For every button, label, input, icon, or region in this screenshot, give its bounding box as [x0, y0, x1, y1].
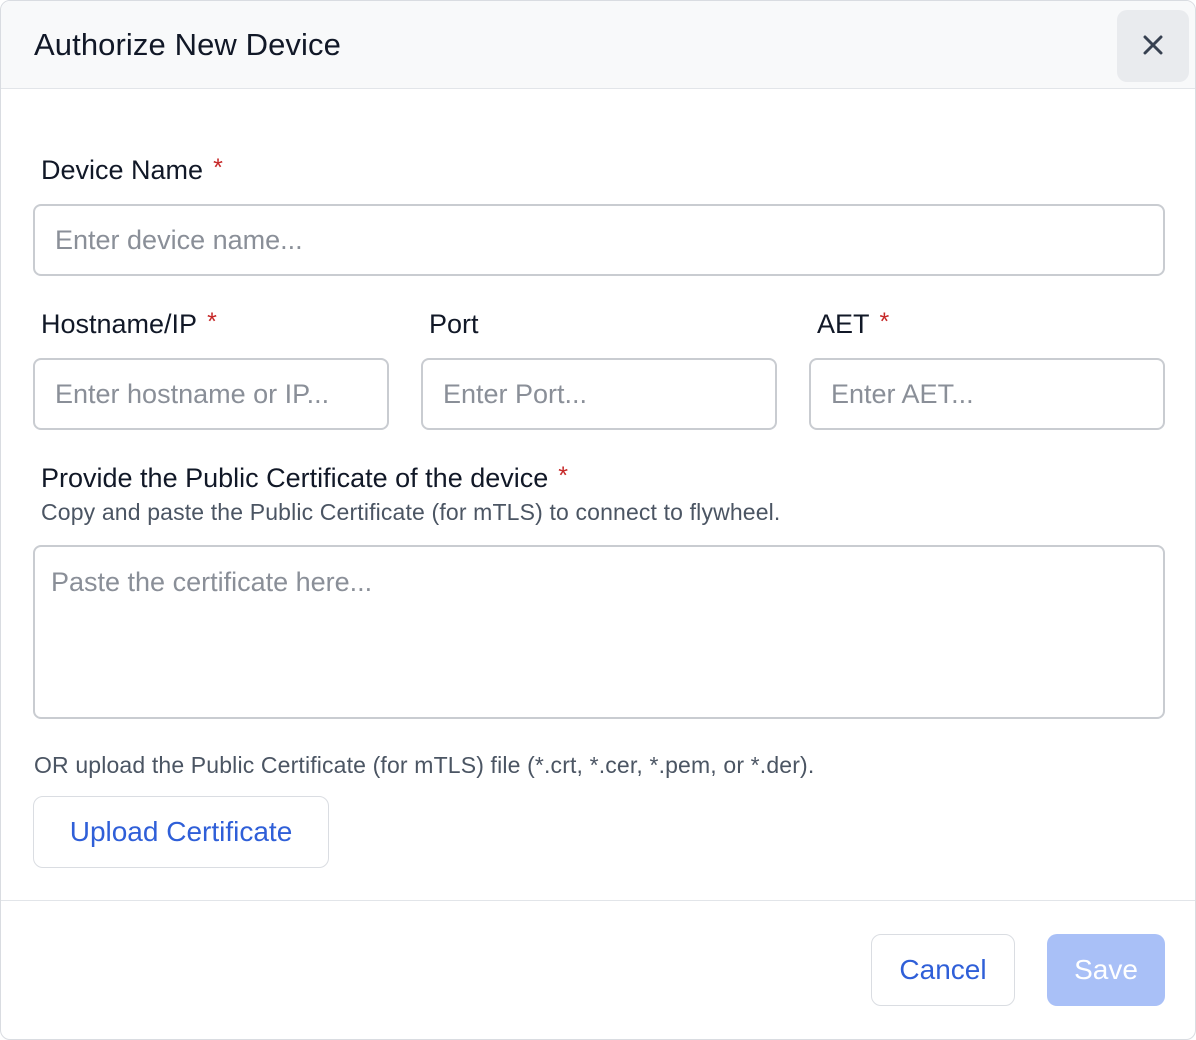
aet-input[interactable]	[809, 358, 1165, 430]
required-indicator: *	[213, 154, 223, 182]
hostname-input[interactable]	[33, 358, 389, 430]
dialog-header: Authorize New Device	[1, 1, 1195, 89]
certificate-label-text: Provide the Public Certificate of the de…	[41, 463, 549, 493]
upload-certificate-button[interactable]: Upload Certificate	[33, 796, 329, 868]
required-indicator: *	[207, 308, 217, 336]
hostname-label-text: Hostname/IP	[41, 309, 198, 339]
aet-label-text: AET	[817, 309, 870, 339]
dialog-title: Authorize New Device	[34, 27, 341, 62]
cancel-button[interactable]: Cancel	[871, 934, 1015, 1006]
port-input[interactable]	[421, 358, 777, 430]
port-label-text: Port	[429, 309, 479, 339]
certificate-label: Provide the Public Certificate of the de…	[41, 462, 568, 494]
required-indicator: *	[558, 462, 568, 490]
authorize-device-dialog: Authorize New Device Device Name * Hostna…	[0, 0, 1196, 1040]
device-name-label: Device Name *	[41, 154, 223, 186]
port-label: Port	[429, 309, 479, 340]
close-icon	[1141, 33, 1165, 60]
save-button[interactable]: Save	[1047, 934, 1165, 1006]
close-button[interactable]	[1117, 10, 1189, 82]
device-name-label-text: Device Name	[41, 155, 204, 185]
upload-helper-text: OR upload the Public Certificate (for mT…	[34, 752, 815, 778]
aet-label: AET *	[817, 308, 890, 340]
hostname-label: Hostname/IP *	[41, 308, 217, 340]
device-name-input[interactable]	[33, 204, 1165, 276]
required-indicator: *	[879, 308, 890, 336]
certificate-helper-text: Copy and paste the Public Certificate (f…	[41, 499, 781, 525]
certificate-textarea[interactable]	[33, 545, 1165, 719]
footer-divider	[1, 900, 1195, 901]
